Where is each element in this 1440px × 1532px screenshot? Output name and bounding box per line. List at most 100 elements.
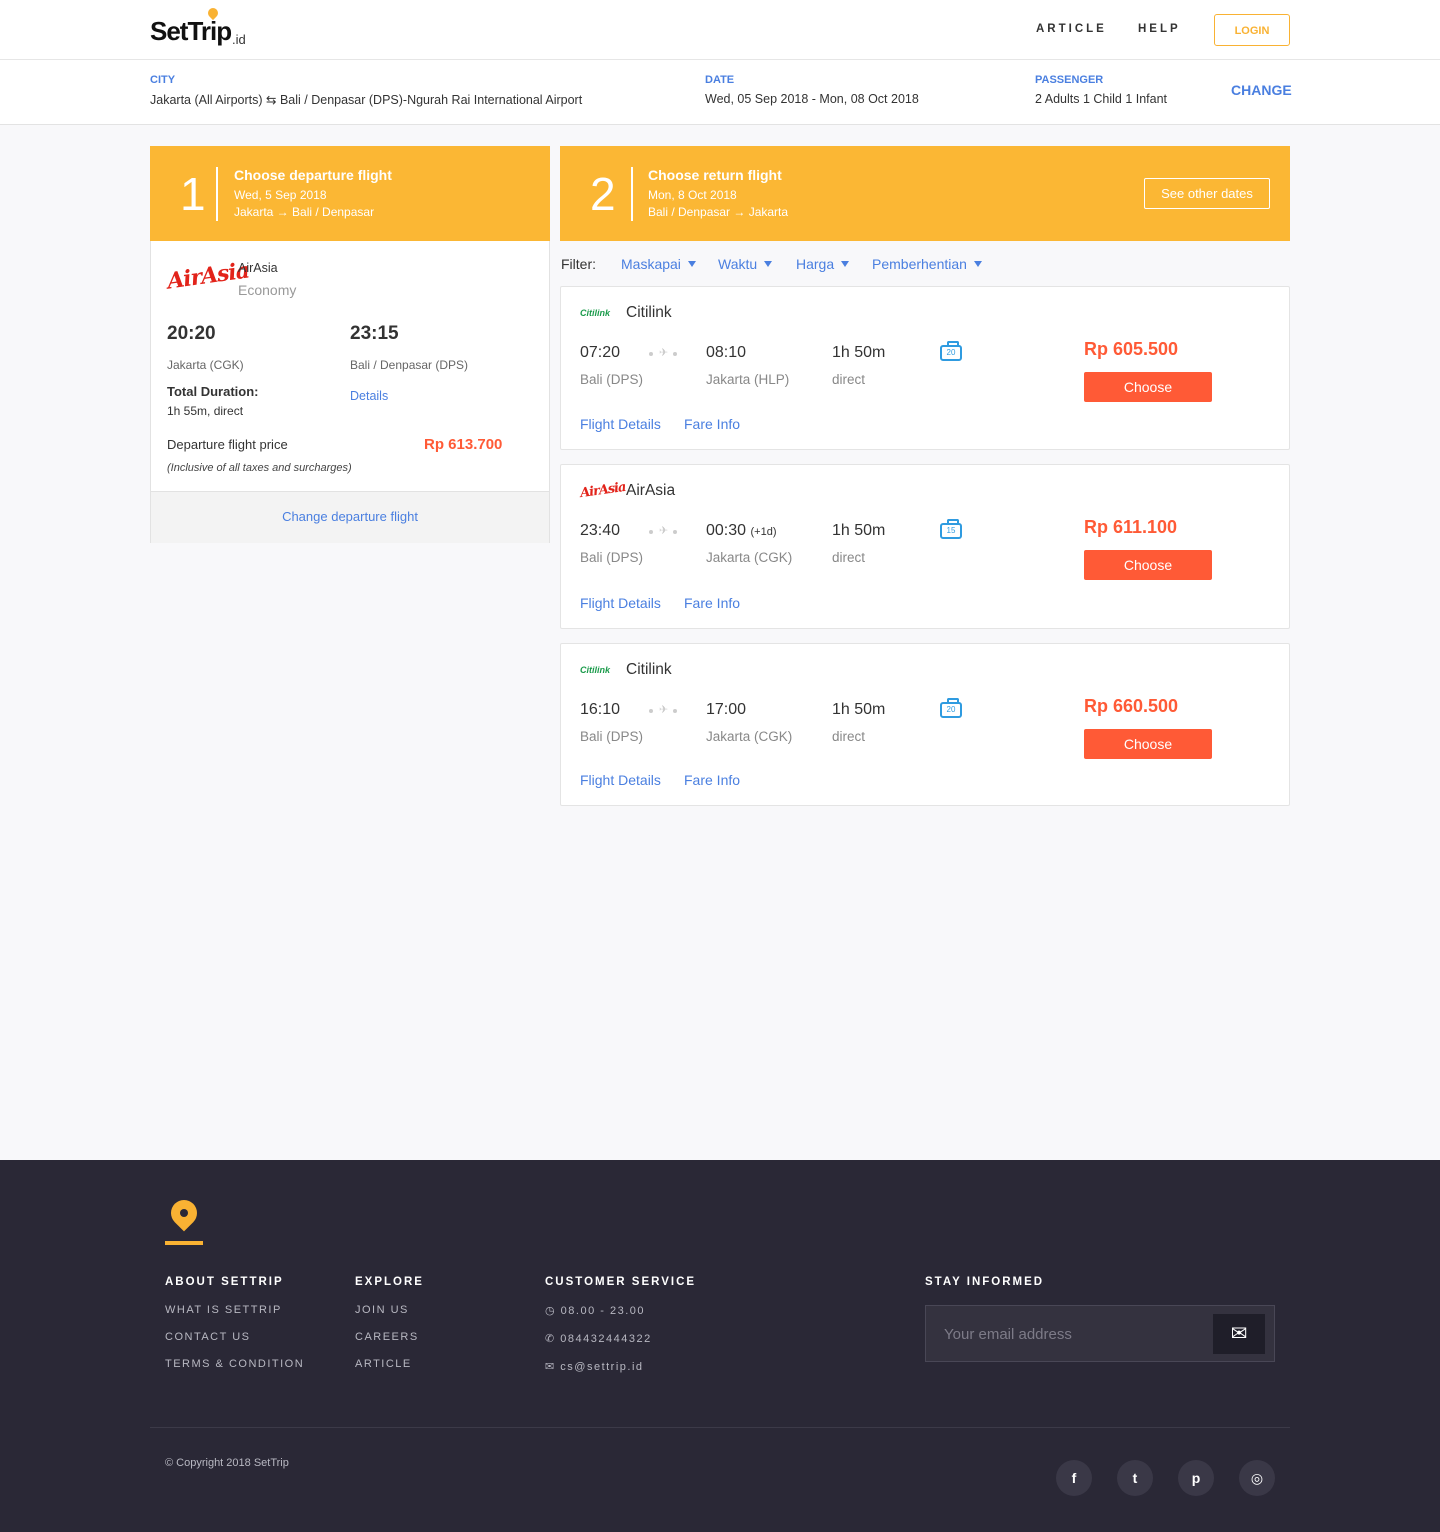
departure-time: 23:40 [580,522,621,539]
flight-stops: direct [832,372,866,387]
caret-down-icon [687,261,696,267]
choose-flight-button[interactable]: Choose [1084,550,1212,580]
departure-airport: Bali (DPS) [580,550,644,565]
date-value: Wed, 05 Sep 2018 - Mon, 08 Oct 2018 [705,92,919,106]
footer-service-title: CUSTOMER SERVICE [545,1276,697,1288]
price-label: Departure flight price [167,437,288,452]
footer-link-join[interactable]: JOIN US [355,1304,409,1316]
footer-newsletter-title: STAY INFORMED [925,1276,1045,1288]
flight-stops: direct [832,729,866,744]
clock-icon: ◷ [545,1305,557,1317]
service-email-value: cs@settrip.id [560,1361,644,1373]
footer-link-terms[interactable]: TERMS & CONDITION [165,1358,304,1370]
flight-details-link[interactable]: Flight Details [580,772,661,788]
logo-tld: .id [232,32,246,47]
choose-flight-button[interactable]: Choose [1084,729,1212,759]
baggage-icon: 20 [940,698,962,718]
arrival-airport: Bali / Denpasar (DPS) [350,358,469,372]
login-button[interactable]: LOGIN [1214,14,1290,46]
departure-price: Rp 613.700 [424,436,503,453]
filter-stops[interactable]: Pemberhentian [872,256,982,272]
footer-divider [150,1427,1290,1428]
baggage-icon: 20 [940,341,962,361]
footer-logo-underline [165,1241,203,1245]
flight-result-card: Citilink Citilink 16:10 ✈ 17:00 1h 50m B… [560,643,1290,806]
duration-label: Total Duration: [167,384,259,399]
top-header: SetTrip .id ARTICLE HELP LOGIN [0,0,1440,60]
arrival-airport: Jakarta (HLP) [706,372,790,387]
footer-link-contact[interactable]: CONTACT US [165,1331,251,1343]
facebook-icon[interactable]: f [1056,1460,1092,1496]
flight-price: Rp 611.100 [1084,517,1178,537]
departure-time: 20:20 [167,323,216,344]
footer-link-article[interactable]: ARTICLE [355,1358,412,1370]
step-departure-header: 1 Choose departure flight Wed, 5 Sep 201… [150,146,550,241]
filter-stops-label: Pemberhentian [872,256,967,272]
departure-airport: Bali (DPS) [580,729,644,744]
route-plane-icon: ✈ [649,704,681,716]
arrival-airport: Jakarta (CGK) [706,550,793,565]
choose-flight-button[interactable]: Choose [1084,372,1212,402]
send-mail-icon[interactable]: ✉ [1213,1314,1265,1354]
instagram-icon[interactable]: ◎ [1239,1460,1275,1496]
service-email[interactable]: ✉ cs@settrip.id [545,1360,644,1373]
see-other-dates-button[interactable]: See other dates [1144,178,1270,209]
change-departure-footer: Change departure flight [151,491,549,543]
phone-icon: ✆ [545,1333,556,1345]
fare-info-link[interactable]: Fare Info [684,595,740,611]
step-number: 2 [590,168,616,220]
change-search-button[interactable]: CHANGE [1231,82,1292,98]
details-link[interactable]: Details [350,389,388,403]
arrival-time: 08:10 [706,344,746,362]
filter-label: Filter: [561,256,596,272]
flight-duration: 1h 50m [832,701,886,718]
footer-about-title: ABOUT SETTRIP [165,1276,284,1288]
pinterest-icon[interactable]: p [1178,1460,1214,1496]
filter-airline[interactable]: Maskapai [621,256,696,272]
flight-price: Rp 605.500 [1084,339,1179,359]
passenger-value: 2 Adults 1 Child 1 Infant [1035,92,1168,106]
arrival-time-value: 17:00 [706,701,747,718]
caret-down-icon [841,261,850,267]
flight-duration: 1h 50m [832,344,886,361]
arrival-time: 23:15 [350,323,399,344]
arrival-time: 00:30 (+1d) [706,522,777,540]
route-plane-icon: ✈ [649,347,681,359]
airline-name: Citilink [626,304,672,321]
filter-price[interactable]: Harga [796,256,850,272]
step-date: Mon, 8 Oct 2018 [648,188,737,202]
step-return-header: 2 Choose return flight Mon, 8 Oct 2018 B… [560,146,1290,241]
footer-link-what-is[interactable]: WHAT IS SETTRIP [165,1304,282,1316]
copyright-text: © Copyright 2018 SetTrip [165,1457,289,1469]
filter-time[interactable]: Waktu [718,256,773,272]
twitter-icon[interactable]: t [1117,1460,1153,1496]
flight-price: Rp 660.500 [1084,696,1179,716]
change-departure-link[interactable]: Change departure flight [151,509,549,524]
baggage-icon: 15 [940,519,962,539]
fare-info-link[interactable]: Fare Info [684,416,740,432]
step-route: Bali / Denpasar → Jakarta [648,205,789,219]
mail-icon: ✉ [545,1361,556,1373]
footer-link-careers[interactable]: CAREERS [355,1331,419,1343]
flight-result-card: Citilink Citilink 07:20 ✈ 08:10 1h 50m B… [560,286,1290,450]
step-title: Choose return flight [648,167,782,183]
nav-article[interactable]: ARTICLE [1036,23,1107,35]
flight-details-link[interactable]: Flight Details [580,595,661,611]
step-divider [631,167,633,221]
step-title: Choose departure flight [234,167,392,183]
fare-info-link[interactable]: Fare Info [684,772,740,788]
filter-time-label: Waktu [718,256,758,272]
nav-help[interactable]: HELP [1138,23,1181,35]
flight-details-link[interactable]: Flight Details [580,416,661,432]
airasia-logo: AirAsia [579,479,627,502]
service-hours: ◷ 08.00 - 23.00 [545,1304,645,1317]
arrival-airport: Jakarta (CGK) [706,729,793,744]
service-phone-value: 084432444322 [560,1333,652,1345]
flight-duration: 1h 50m [832,522,886,539]
service-hours-value: 08.00 - 23.00 [560,1305,646,1317]
footer-explore-title: EXPLORE [355,1276,424,1288]
caret-down-icon [764,261,773,267]
newsletter-email-input[interactable] [944,1322,1204,1346]
duration-value: 1h 55m, direct [167,404,244,418]
departure-airport: Jakarta (CGK) [167,358,244,372]
